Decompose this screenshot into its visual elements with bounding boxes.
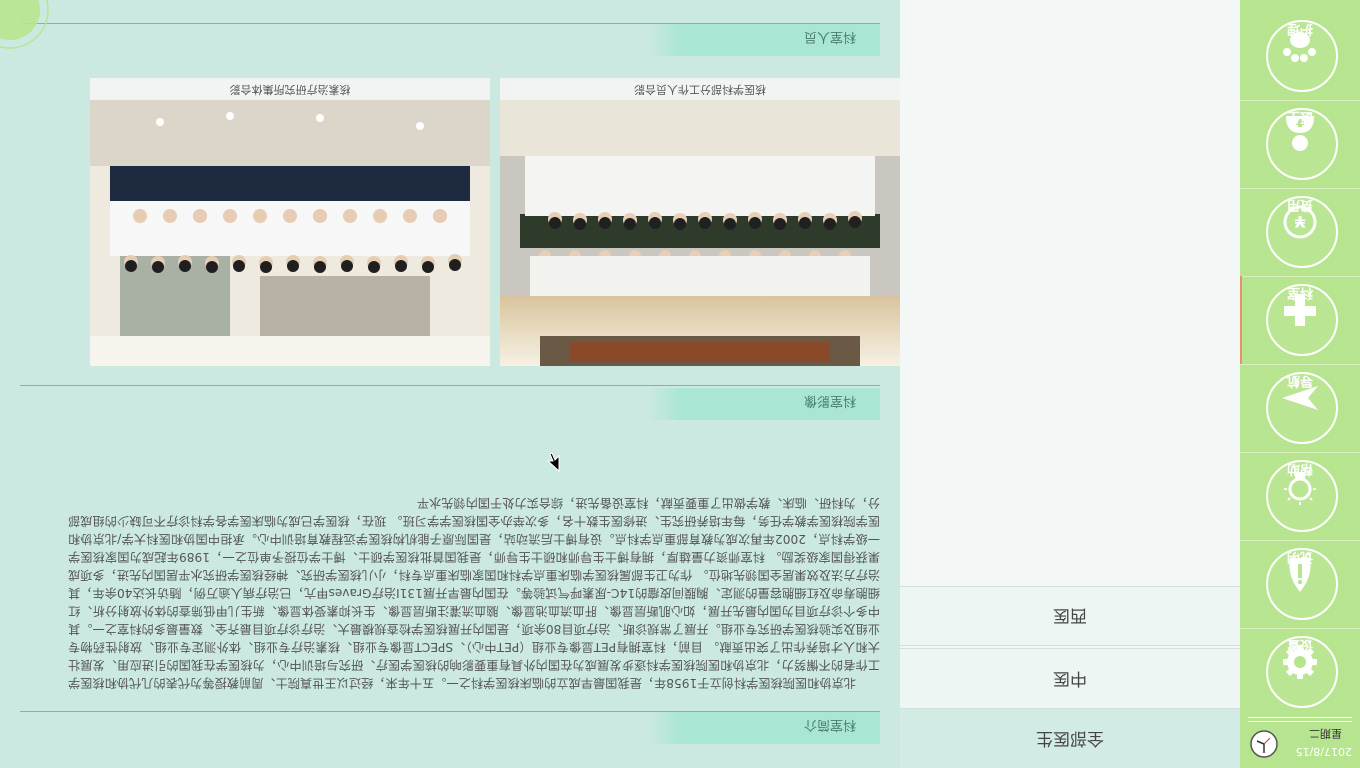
photo-caption: 核医学科部分工作人员合影 — [500, 78, 900, 100]
nav-circle: 说明 — [1266, 548, 1338, 620]
photo-card: 核医学科部分工作人员合影 — [500, 78, 900, 366]
sidebar-item-label: 设置 — [1287, 637, 1314, 652]
subnav-item-all-doctors[interactable]: 全部医生 — [900, 708, 1240, 768]
active-indicator — [1240, 276, 1242, 364]
sidebar-item-fees[interactable]: ¥ 费用 — [1240, 188, 1360, 276]
doctor-category-panel: 全部医生 中医 西医 — [900, 0, 1240, 768]
section-title: 科室人员 — [803, 29, 856, 44]
nav-circle: 导航 — [1266, 372, 1338, 444]
sidebar-item-doctors[interactable]: 医生 — [1240, 100, 1360, 188]
section-title: 科室简介 — [803, 717, 856, 732]
nav-circle: 科室 — [1266, 284, 1338, 356]
sidebar-item-department[interactable]: 科室 — [1240, 276, 1360, 364]
nav-circle: 护理 — [1266, 20, 1338, 92]
divider — [20, 385, 880, 386]
sidebar-item-nursing[interactable]: 护理 — [1240, 12, 1360, 100]
clock-date: 2017/8/15 — [1295, 745, 1352, 758]
sidebar-item-label: 护理 — [1287, 21, 1314, 36]
clock-weekday: 星期二 — [1309, 727, 1342, 740]
subnav-item-western-medicine[interactable]: 西医 — [900, 586, 1240, 646]
clock-icon — [1250, 730, 1278, 758]
sidebar-item-help[interactable]: 帮助 — [1240, 452, 1360, 540]
divider — [20, 711, 880, 712]
nav-circle: 设置 — [1266, 636, 1338, 708]
sidebar: 2017/8/15 星期二 设置 说明 帮助 导航 科室 ¥ 费用 医生 护理 — [1240, 0, 1360, 768]
sidebar-item-label: 医生 — [1287, 109, 1314, 124]
nav-circle: 医生 — [1266, 108, 1338, 180]
screen: 2017/8/15 星期二 设置 说明 帮助 导航 科室 ¥ 费用 医生 护理 … — [0, 0, 1360, 768]
sidebar-item-info[interactable]: 说明 — [1240, 540, 1360, 628]
cursor-icon — [546, 452, 560, 472]
subnav-item-chinese-medicine[interactable]: 中医 — [900, 648, 1240, 708]
photo-caption: 核素治疗研究所集体合影 — [90, 78, 490, 100]
sidebar-item-navigation[interactable]: 导航 — [1240, 364, 1360, 452]
section-title: 科室影像 — [803, 393, 856, 408]
department-content: 科室简介 北京协和医院核医学科创立于1958年，是我国最早成立的临床核医学科之一… — [0, 0, 900, 768]
sidebar-item-label: 说明 — [1287, 549, 1314, 564]
clock-divider — [1248, 717, 1352, 722]
section-tab-intro: 科室简介 — [648, 712, 880, 744]
intro-paragraph: 北京协和医院核医学科创立于1958年，是我国最早成立的临床核医学科之一。五十年来… — [68, 496, 880, 690]
section-tab-staff: 科室人员 — [648, 24, 880, 56]
decorative-circle — [0, 0, 49, 49]
sidebar-item-settings[interactable]: 设置 — [1240, 628, 1360, 716]
sidebar-item-label: 费用 — [1287, 197, 1314, 212]
section-tab-images: 科室影像 — [648, 388, 880, 420]
sidebar-item-label: 科室 — [1287, 285, 1314, 300]
group-photo — [90, 100, 490, 366]
sidebar-item-label: 导航 — [1287, 373, 1314, 388]
nav-circle: 帮助 — [1266, 460, 1338, 532]
group-photo — [500, 100, 900, 366]
sidebar-item-label: 帮助 — [1287, 461, 1314, 476]
nav-circle: ¥ 费用 — [1266, 196, 1338, 268]
photo-card: 核素治疗研究所集体合影 — [90, 78, 490, 366]
